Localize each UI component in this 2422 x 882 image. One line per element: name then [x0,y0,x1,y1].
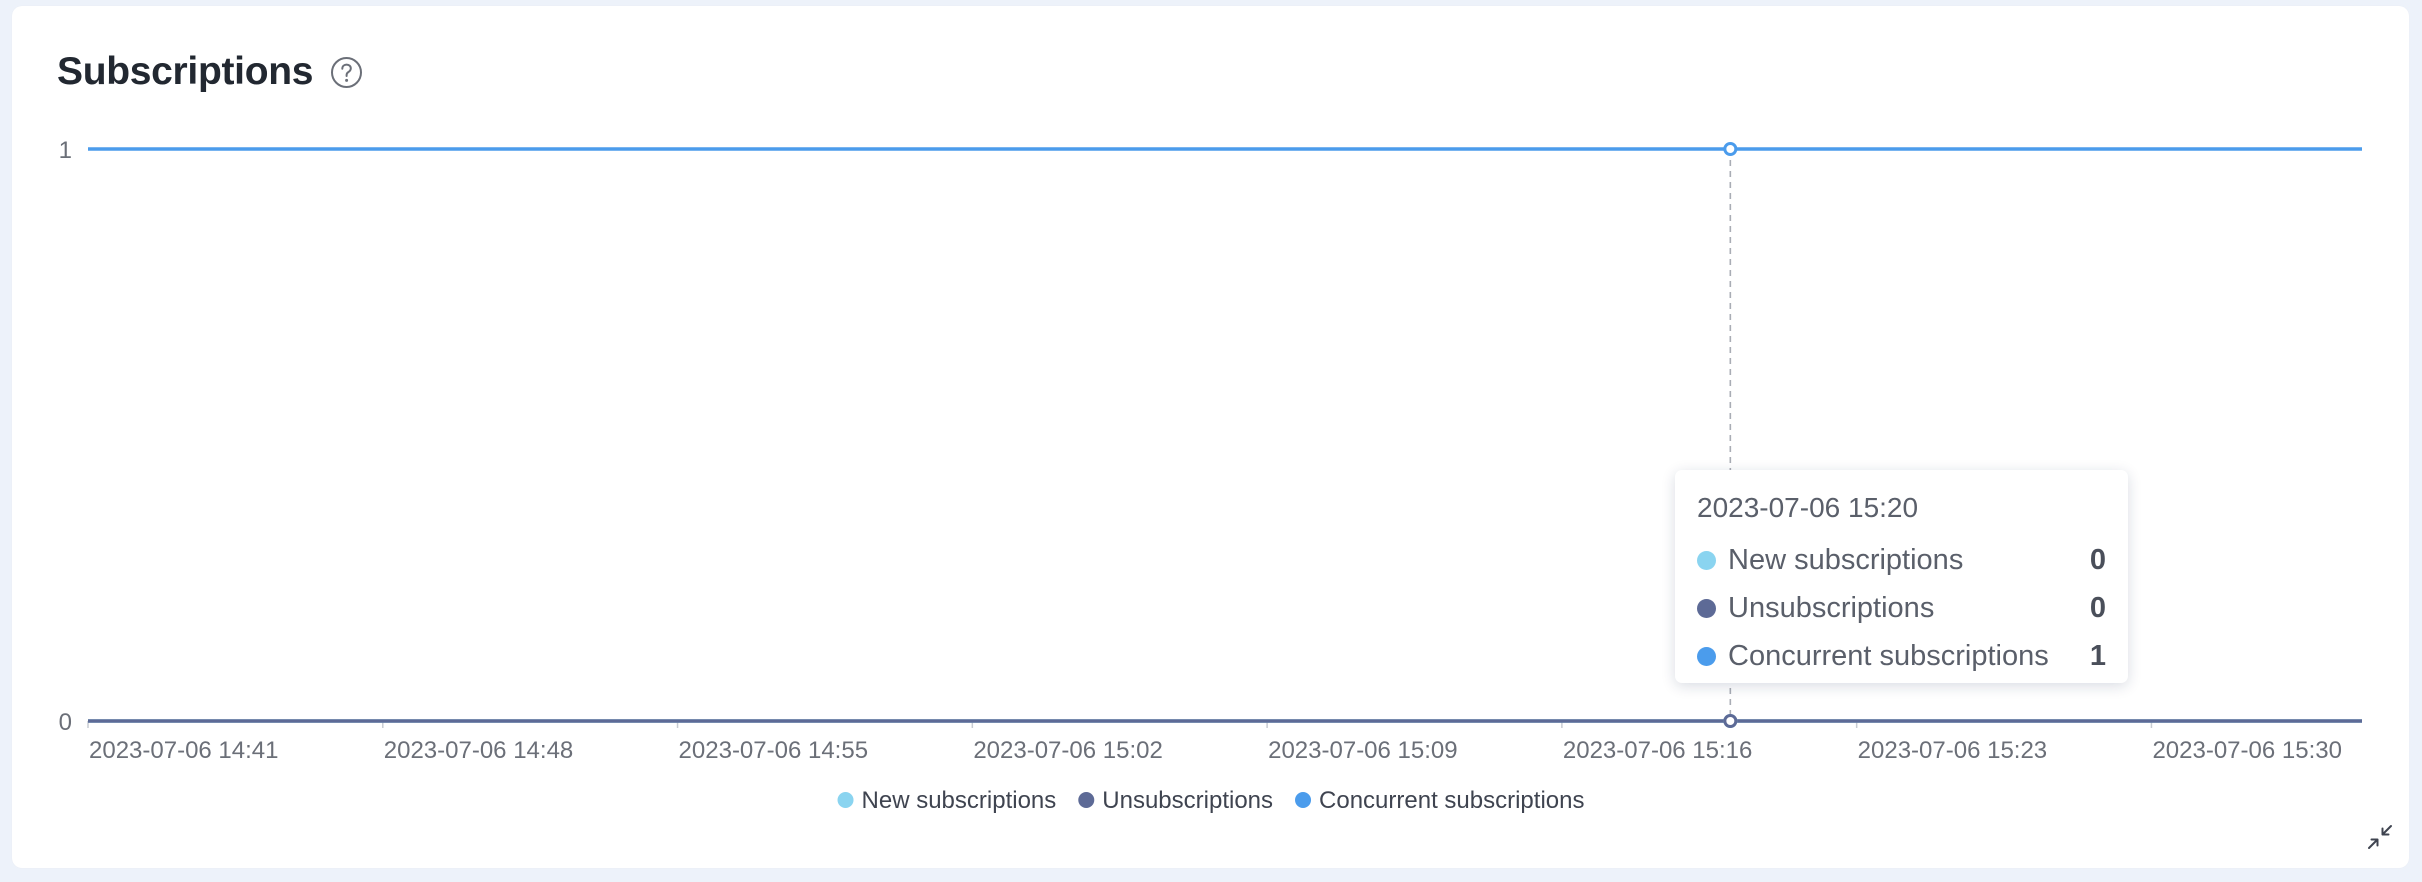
y-axis: 1 0 [59,137,72,736]
legend-label: Concurrent subscriptions [1319,787,1584,814]
hover-point [1723,714,1738,728]
legend-label: Unsubscriptions [1102,787,1273,814]
x-axis: 2023-07-06 14:41 2023-07-06 14:48 2023-07-… [89,737,2342,764]
tooltip-series-name: Unsubscriptions [1728,591,1935,624]
x-tick-label: 2023-07-06 15:23 [1858,737,2048,764]
tooltip-title: 2023-07-06 15:20 [1697,492,1919,523]
tooltip-row-unsub: Unsubscriptions 0 [1697,584,2106,632]
tooltip-series-name: New subscriptions [1728,543,1964,576]
y-tick-label: 1 [59,137,72,164]
series-dot-unsub [1697,598,1716,618]
legend-item[interactable]: New subscriptions [837,787,1057,814]
collapse-arrows-icon[interactable] [2365,822,2395,852]
legend-marker [1078,792,1095,808]
legend-item[interactable]: Concurrent subscriptions [1295,787,1584,814]
tooltip-series-value: 0 [2089,543,2106,576]
chart-tooltip: 2023-07-06 15:20 New subscriptions 0 Uns… [1675,470,2128,683]
x-tick-label: 2023-07-06 14:41 [89,737,279,764]
series-dot-concurrent [1697,646,1716,666]
x-tick-label: 2023-07-06 14:55 [679,737,869,764]
legend: New subscriptions Unsubscriptions Concurre… [837,787,1584,814]
x-tick-label: 2023-07-06 15:30 [2152,737,2342,764]
series-dot-new [1697,550,1716,570]
tooltip-row-concurrent: Concurrent subscriptions 1 [1697,632,2106,680]
x-tick-label: 2023-07-06 15:02 [973,737,1162,764]
tooltip-row-new: New subscriptions 0 [1697,536,2106,584]
x-tick-label: 2023-07-06 14:48 [384,737,574,764]
subscriptions-chart: 1 0 2023-07-06 14:41 2023-07-06 14:48 2023… [59,137,2362,814]
legend-item[interactable]: Unsubscriptions [1078,787,1273,814]
tooltip-series-value: 1 [2089,639,2106,672]
y-tick-label: 0 [59,709,72,736]
tooltip-series-value: 0 [2089,591,2106,624]
tooltip-series-name: Concurrent subscriptions [1728,639,2049,672]
legend-marker [837,792,854,808]
legend-label: New subscriptions [862,787,1057,814]
legend-marker [1295,792,1312,808]
x-tick-label: 2023-07-06 15:09 [1268,737,1458,764]
x-tick-label: 2023-07-06 15:16 [1563,737,1753,764]
hover-point [1723,142,1738,156]
